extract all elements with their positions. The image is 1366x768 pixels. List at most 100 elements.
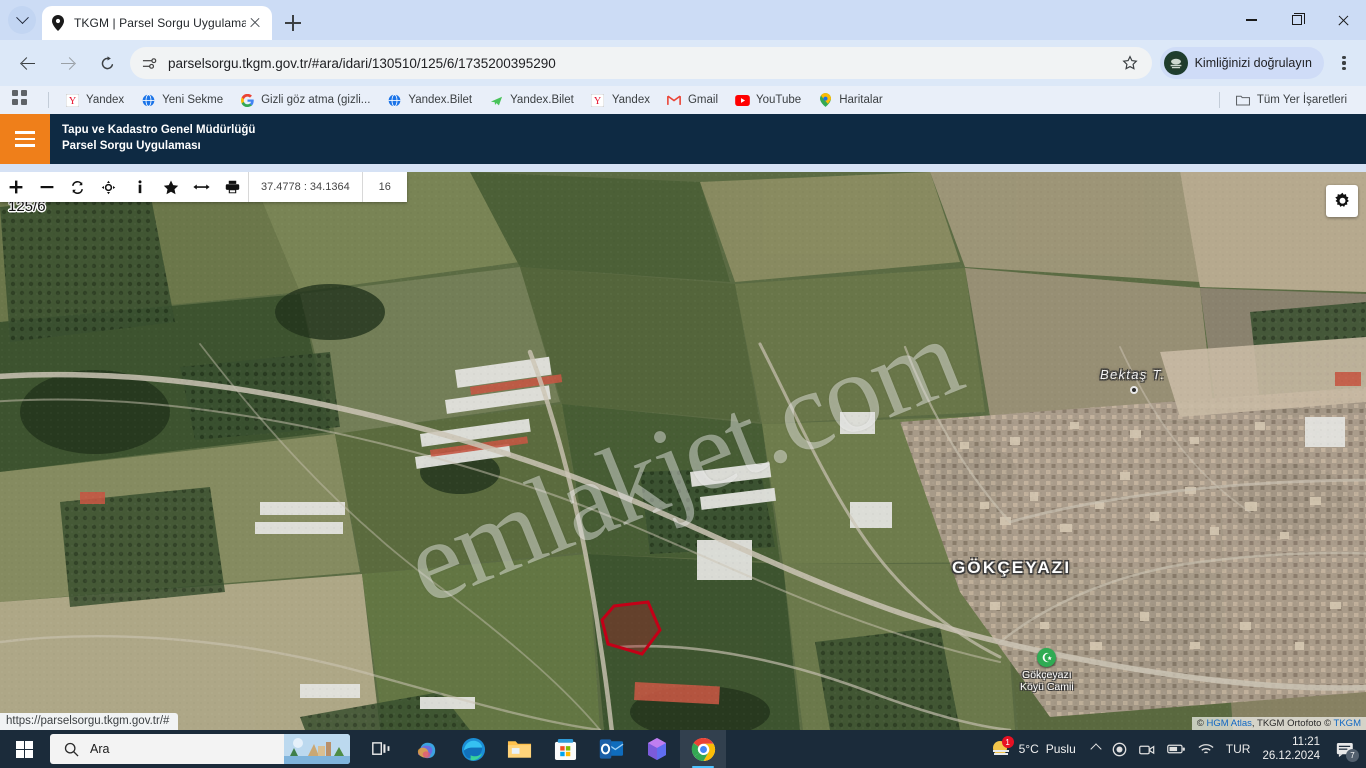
map-viewport[interactable]: emlakjet.com 125/6 GÖKÇEYAZI Bektaş T. G… bbox=[0, 172, 1366, 730]
back-button[interactable] bbox=[10, 46, 44, 80]
battery-icon bbox=[1166, 744, 1185, 754]
bookmark-youtube[interactable]: YouTube bbox=[727, 89, 808, 111]
taskbar-file-explorer[interactable] bbox=[496, 730, 542, 768]
poi-mosque[interactable]: Gökçeyazı Köyü Camii bbox=[1020, 648, 1074, 693]
bookmark-gmail[interactable]: Gmail bbox=[659, 89, 725, 111]
taskbar-edge[interactable] bbox=[450, 730, 496, 768]
tray-expand-button[interactable] bbox=[1086, 730, 1106, 768]
maximize-button[interactable] bbox=[1274, 0, 1320, 40]
tray-camera-indicator[interactable] bbox=[1133, 730, 1161, 768]
attrib-middle: , TKGM Ortofoto © bbox=[1251, 718, 1334, 729]
taskbar-copilot[interactable] bbox=[404, 730, 450, 768]
search-input[interactable]: Ara bbox=[50, 734, 350, 764]
sun-cloud-icon: 1 bbox=[990, 736, 1014, 760]
bookmark-yandex-2[interactable]: Y Yandex bbox=[583, 89, 657, 111]
close-window-button[interactable] bbox=[1320, 0, 1366, 40]
google-icon bbox=[239, 92, 255, 108]
info-button[interactable] bbox=[124, 172, 155, 202]
measure-arrows-icon bbox=[193, 184, 210, 190]
bookmark-yandex-bilet-2[interactable]: Yandex.Bilet bbox=[481, 89, 581, 111]
reload-button[interactable] bbox=[90, 46, 124, 80]
clock[interactable]: 11:21 26.12.2024 bbox=[1256, 735, 1328, 764]
map-settings-button[interactable] bbox=[1326, 185, 1358, 217]
taskbar-taskview-button[interactable] bbox=[358, 730, 404, 768]
yandex-icon: Y bbox=[64, 92, 80, 108]
tune-icon[interactable] bbox=[140, 54, 158, 72]
bookmark-yandex-bilet-1[interactable]: Yandex.Bilet bbox=[379, 89, 479, 111]
crosshair-icon bbox=[101, 180, 116, 194]
tab-search-button[interactable] bbox=[8, 6, 36, 34]
locate-button[interactable] bbox=[93, 172, 124, 202]
folder-icon bbox=[1235, 92, 1251, 108]
notification-center-button[interactable]: 7 bbox=[1328, 730, 1362, 768]
bookmark-yeni-sekme[interactable]: Yeni Sekme bbox=[133, 89, 230, 111]
search-placeholder: Ara bbox=[90, 742, 110, 756]
poi-label-line2: Köyü Camii bbox=[1020, 681, 1074, 694]
system-tray: 1 5°C Puslu TUR 11:21 26.12.2024 7 bbox=[982, 730, 1366, 768]
arrow-left-icon bbox=[21, 57, 35, 70]
bookmark-gizli-goz-atma[interactable]: Gizli göz atma (gizli... bbox=[232, 89, 377, 111]
measure-button[interactable] bbox=[186, 172, 217, 202]
star-filled-icon bbox=[163, 180, 178, 194]
tray-record-indicator[interactable] bbox=[1106, 730, 1133, 768]
bookmark-label: Haritalar bbox=[839, 94, 883, 106]
favorite-button[interactable] bbox=[155, 172, 186, 202]
task-view-icon bbox=[371, 741, 389, 755]
yandex-icon: Y bbox=[590, 92, 606, 108]
browser-tab[interactable]: TKGM | Parsel Sorgu Uygulaması bbox=[42, 6, 272, 40]
all-bookmarks-label: Tüm Yer İşaretleri bbox=[1256, 94, 1347, 106]
bookmark-yandex-1[interactable]: Y Yandex bbox=[57, 89, 131, 111]
copilot-icon bbox=[417, 742, 435, 758]
bookmarks-bar-right: Tüm Yer İşaretleri bbox=[1211, 89, 1356, 111]
attrib-link-tkgm[interactable]: TKGM bbox=[1334, 718, 1361, 729]
kebab-menu-icon[interactable] bbox=[1328, 47, 1360, 79]
app-title-line2: Parsel Sorgu Uygulaması bbox=[62, 140, 201, 152]
search-icon bbox=[64, 742, 79, 757]
map-attribution: © HGM Atlas, TKGM Ortofoto © TKGM bbox=[1191, 717, 1366, 730]
minimize-button[interactable] bbox=[1228, 0, 1274, 40]
hamburger-menu-icon[interactable] bbox=[0, 114, 50, 164]
clock-date: 26.12.2024 bbox=[1262, 750, 1320, 762]
forward-button[interactable] bbox=[50, 46, 84, 80]
close-icon[interactable] bbox=[246, 14, 264, 32]
new-tab-button[interactable] bbox=[280, 10, 306, 36]
taskbar-outlook[interactable] bbox=[588, 730, 634, 768]
satellite-imagery bbox=[0, 172, 1366, 730]
windows-logo-icon bbox=[15, 740, 34, 759]
weather-widget[interactable]: 1 5°C Puslu bbox=[982, 736, 1086, 760]
address-bar[interactable]: parselsorgu.tkgm.gov.tr/#ara/idari/13051… bbox=[130, 47, 1152, 79]
zoom-in-button[interactable] bbox=[0, 172, 31, 202]
tray-language[interactable]: TUR bbox=[1220, 730, 1257, 768]
tray-wifi[interactable] bbox=[1192, 730, 1220, 768]
tray-battery[interactable] bbox=[1161, 730, 1192, 768]
divider bbox=[48, 92, 49, 108]
bookmark-haritalar[interactable]: Haritalar bbox=[810, 89, 889, 111]
minimize-icon bbox=[1245, 19, 1257, 21]
zoom-out-button[interactable] bbox=[31, 172, 62, 202]
all-bookmarks-button[interactable]: Tüm Yer İşaretleri bbox=[1228, 89, 1354, 111]
tkgm-seal-icon bbox=[1163, 51, 1188, 75]
minus-icon bbox=[40, 186, 53, 189]
window-controls bbox=[1228, 0, 1366, 40]
parcel-polygon[interactable] bbox=[598, 600, 664, 662]
wifi-icon bbox=[1198, 743, 1214, 753]
taskbar-apps bbox=[358, 730, 726, 768]
plane-icon bbox=[488, 92, 504, 108]
globe-icon bbox=[386, 92, 402, 108]
attrib-link-hgm[interactable]: HGM Atlas bbox=[1207, 718, 1252, 729]
start-button[interactable] bbox=[0, 730, 48, 768]
print-button[interactable] bbox=[217, 172, 248, 202]
browser-toolbar: parselsorgu.tkgm.gov.tr/#ara/idari/13051… bbox=[0, 40, 1366, 86]
profile-verify-button[interactable]: Kimliğinizi doğrulayın bbox=[1159, 47, 1324, 79]
svg-text:Y: Y bbox=[594, 96, 602, 107]
taskbar-bing-copilot[interactable] bbox=[634, 730, 680, 768]
star-icon[interactable] bbox=[1116, 49, 1144, 77]
refresh-icon bbox=[101, 55, 113, 69]
status-bar-url: https://parselsorgu.tkgm.gov.tr/# bbox=[0, 713, 179, 730]
taskbar-chrome[interactable] bbox=[680, 730, 726, 768]
taskbar-microsoft-store[interactable] bbox=[542, 730, 588, 768]
divider bbox=[1218, 92, 1220, 108]
apps-grid-icon[interactable] bbox=[12, 90, 32, 110]
refresh-button[interactable] bbox=[62, 172, 93, 202]
bookmark-label: Yeni Sekme bbox=[162, 94, 224, 106]
